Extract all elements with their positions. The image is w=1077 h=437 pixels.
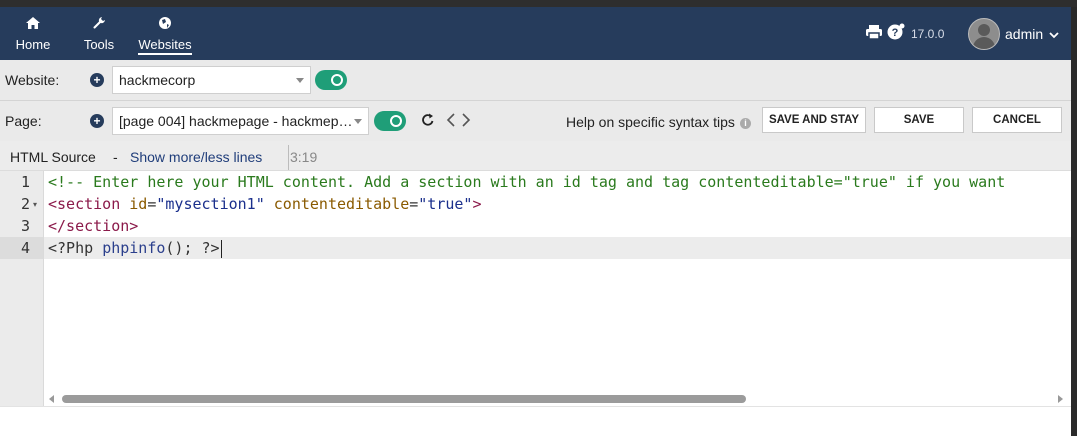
syntax-help-text[interactable]: Help on specific syntax tips bbox=[566, 114, 735, 130]
version-label: 17.0.0 bbox=[911, 26, 945, 41]
cursor-position: 3:19 bbox=[290, 149, 318, 165]
scrollbar-thumb[interactable] bbox=[62, 395, 746, 403]
php-function: phpinfo bbox=[102, 239, 166, 257]
website-select-value: hackmecorp bbox=[119, 72, 196, 88]
html-source-title: HTML Source bbox=[10, 149, 96, 165]
text-cursor bbox=[220, 239, 222, 258]
user-name: admin bbox=[1005, 25, 1044, 42]
info-icon[interactable]: i bbox=[740, 118, 751, 129]
page-select[interactable]: [page 004] hackmepage - hackmep… bbox=[112, 107, 369, 135]
code-line-1[interactable]: <!-- Enter here your HTML content. Add a… bbox=[48, 171, 1005, 193]
html-source-bar: HTML Source - Show more/less lines 3:19 bbox=[0, 141, 1071, 171]
page-status-toggle[interactable] bbox=[374, 111, 406, 131]
caret-down-icon bbox=[354, 119, 362, 124]
line-number-active: 4 bbox=[0, 237, 43, 259]
separator: - bbox=[113, 149, 118, 165]
attr-name: id bbox=[129, 195, 148, 213]
line-number: 1 bbox=[20, 173, 30, 191]
line-number: 3 bbox=[20, 217, 30, 235]
page-label: Page: bbox=[5, 113, 42, 129]
divider bbox=[288, 145, 289, 171]
code-editor[interactable]: 1 2 ▾ 3 4 <!-- Enter here your HTML cont… bbox=[0, 170, 1071, 407]
refresh-icon[interactable] bbox=[421, 112, 435, 131]
attr-name: contenteditable bbox=[273, 195, 410, 213]
help-version-icon[interactable]: ? bbox=[887, 23, 905, 44]
chevron-down-icon bbox=[1049, 26, 1059, 42]
php-rest: (); ?> bbox=[165, 239, 220, 257]
nav-tools-label: Tools bbox=[83, 37, 115, 52]
show-more-less-lines-link[interactable]: Show more/less lines bbox=[130, 149, 262, 165]
page-bottom-area bbox=[0, 406, 1071, 437]
page-row: Page: + [page 004] hackmepage - hackmep…… bbox=[0, 101, 1071, 141]
print-icon[interactable] bbox=[865, 24, 883, 43]
html-comment: <!-- Enter here your HTML content. Add a… bbox=[48, 173, 1006, 191]
save-button[interactable]: SAVE bbox=[874, 107, 964, 133]
website-status-toggle[interactable] bbox=[315, 70, 347, 90]
caret-down-icon bbox=[296, 78, 304, 83]
previous-page-icon[interactable] bbox=[446, 113, 456, 130]
tag-close: > bbox=[472, 195, 482, 213]
globe-icon bbox=[158, 13, 172, 33]
nav-home[interactable]: Home bbox=[14, 13, 52, 59]
header-tools: ? 17.0.0 bbox=[865, 7, 944, 60]
home-icon bbox=[25, 13, 41, 33]
svg-text:?: ? bbox=[892, 27, 899, 39]
attr-value: "true" bbox=[418, 195, 473, 213]
scroll-right-icon[interactable] bbox=[1058, 395, 1063, 403]
nav-websites-label: Websites bbox=[138, 37, 192, 55]
scroll-left-icon[interactable] bbox=[49, 395, 54, 403]
top-navbar: Home Tools Websites ? 17.0.0 admin bbox=[0, 7, 1071, 60]
next-page-icon[interactable] bbox=[461, 113, 471, 130]
equals: = bbox=[409, 195, 419, 213]
add-website-icon[interactable]: + bbox=[90, 73, 104, 87]
nav-home-label: Home bbox=[15, 37, 51, 52]
tag-closing: </section> bbox=[48, 217, 139, 235]
code-line-4[interactable]: <?Php phpinfo(); ?> bbox=[48, 237, 222, 259]
add-page-icon[interactable]: + bbox=[90, 114, 104, 128]
code-line-3[interactable]: </section> bbox=[48, 215, 138, 237]
attr-value: "mysection1" bbox=[156, 195, 265, 213]
php-open: <?Php bbox=[48, 239, 103, 257]
website-row: Website: + hackmecorp bbox=[0, 60, 1071, 101]
horizontal-scrollbar[interactable] bbox=[44, 391, 1071, 407]
user-menu[interactable]: admin bbox=[968, 7, 1059, 60]
window-right-edge bbox=[1071, 7, 1077, 436]
code-line-2[interactable]: <section id = "mysection1" contenteditable… bbox=[48, 193, 482, 215]
line-number: 2 bbox=[20, 195, 30, 213]
save-and-stay-button[interactable]: SAVE AND STAY bbox=[762, 107, 866, 133]
wrench-icon bbox=[92, 13, 106, 33]
tag-open: <section bbox=[48, 195, 121, 213]
window-top-strip bbox=[0, 0, 1077, 7]
website-label: Website: bbox=[5, 72, 60, 88]
user-avatar bbox=[968, 17, 1000, 50]
nav-websites[interactable]: Websites bbox=[137, 13, 193, 59]
nav-tools[interactable]: Tools bbox=[83, 13, 115, 59]
line-number-gutter: 1 2 ▾ 3 4 bbox=[0, 171, 44, 407]
cancel-button[interactable]: CANCEL bbox=[972, 107, 1062, 133]
fold-toggle-icon[interactable]: ▾ bbox=[33, 200, 37, 209]
website-select[interactable]: hackmecorp bbox=[112, 66, 311, 94]
page-select-value: [page 004] hackmepage - hackmep… bbox=[119, 113, 353, 129]
